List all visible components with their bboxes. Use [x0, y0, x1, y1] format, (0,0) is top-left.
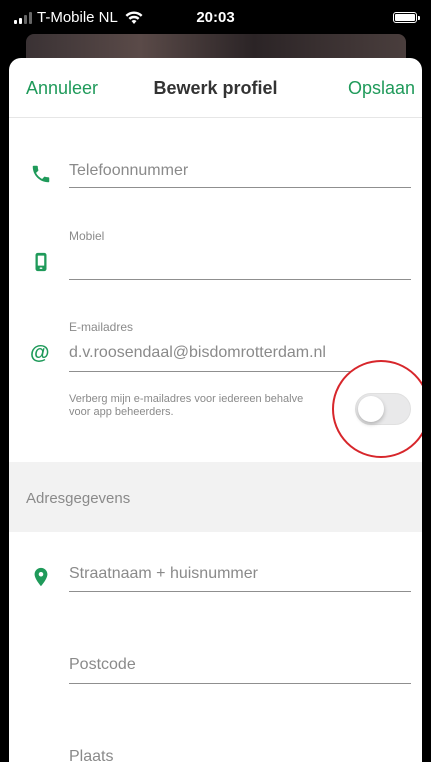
- phone-input-underline: [69, 187, 411, 188]
- street-input[interactable]: Straatnaam + huisnummer: [69, 565, 258, 583]
- save-button[interactable]: Opslaan: [348, 78, 415, 99]
- hide-email-description: Verberg mijn e-mailadres voor iedereen b…: [69, 393, 304, 418]
- edit-profile-sheet: Annuleer Bewerk profiel Opslaan Telefoon…: [9, 58, 422, 762]
- postcode-input-underline: [69, 683, 411, 684]
- map-pin-icon: [34, 567, 48, 587]
- status-bar-time: 20:03: [196, 9, 235, 26]
- street-input-underline: [69, 591, 411, 592]
- address-section-header: Adresgegevens: [9, 462, 422, 532]
- mobile-label: Mobiel: [69, 229, 105, 243]
- status-bar: T-Mobile NL 20:03: [0, 0, 431, 34]
- email-label: E-mailadres: [69, 320, 134, 334]
- nav-bar: Annuleer Bewerk profiel Opslaan: [9, 58, 422, 118]
- phone-input[interactable]: Telefoonnummer: [69, 162, 188, 180]
- email-input-underline: [69, 371, 351, 372]
- phone-icon: [32, 165, 50, 183]
- battery-icon: [393, 12, 420, 23]
- at-icon: @: [30, 342, 50, 364]
- email-input[interactable]: d.v.roosendaal@bisdomrotterdam.nl: [69, 344, 326, 362]
- address-section-title: Adresgegevens: [26, 490, 131, 507]
- city-input[interactable]: Plaats: [69, 748, 113, 762]
- annotation-circle: [332, 360, 422, 458]
- mobile-input-underline: [69, 279, 411, 280]
- mobile-phone-icon: [35, 252, 47, 272]
- postcode-input[interactable]: Postcode: [69, 656, 136, 674]
